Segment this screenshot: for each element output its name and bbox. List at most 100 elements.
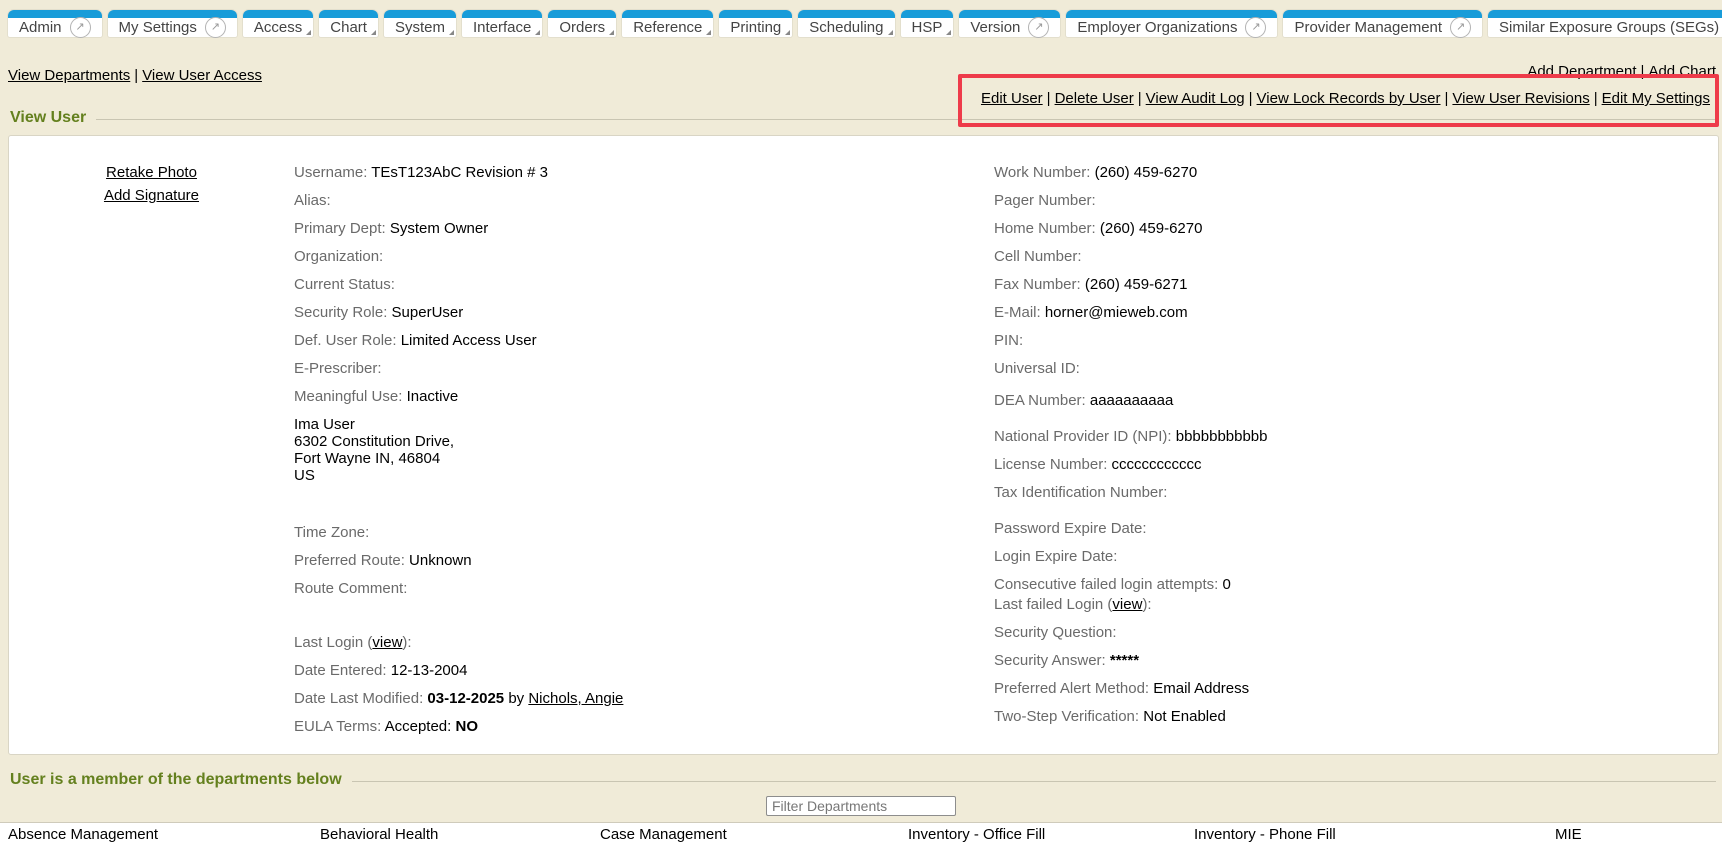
nav-tab[interactable]: Orders (548, 10, 616, 37)
dropdown-corner-icon (371, 30, 376, 35)
department-item: Absence Management (8, 826, 320, 843)
text-segment: Alias: (294, 192, 331, 209)
text-segment: 0 (1218, 576, 1231, 593)
detail-row: Pager Number: (994, 192, 1718, 210)
text-segment: 12-13-2004 (387, 662, 468, 679)
text-segment: Universal ID: (994, 360, 1080, 377)
toolbar-link[interactable]: View User Access (142, 67, 262, 84)
text-segment: Accepted: (381, 718, 455, 735)
nav-tab[interactable]: Admin ↗ (8, 10, 102, 37)
nav-tab[interactable]: System (384, 10, 456, 37)
detail-row: National Provider ID (NPI): bbbbbbbbbbb (994, 428, 1718, 446)
user-action-link[interactable]: View User Revisions (1452, 90, 1589, 107)
detail-row: Last failed Login (view): (994, 596, 1718, 614)
nav-tab[interactable]: My Settings ↗ (108, 10, 237, 37)
filter-row (0, 796, 1722, 816)
text-segment: Meaningful Use: (294, 388, 402, 405)
text-segment: Security Role: (294, 304, 387, 321)
detail-row: EULA Terms: Accepted: NO (294, 718, 994, 736)
inline-link[interactable]: Nichols, Angie (528, 690, 623, 707)
departments-list: Absence ManagementBehavioral HealthCase … (0, 822, 1722, 863)
text-segment: Two-Step Verification: (994, 708, 1139, 725)
detail-row: Password Expire Date: (994, 520, 1718, 538)
user-action-link[interactable]: Edit My Settings (1602, 90, 1710, 107)
text-segment: E-Mail: (994, 304, 1041, 321)
address-line: 6302 Constitution Drive, (294, 433, 994, 450)
dropdown-corner-icon (946, 30, 951, 35)
detail-row: Work Number: (260) 459-6270 (994, 164, 1718, 182)
inline-link[interactable]: view (1112, 596, 1142, 613)
separator: | (1641, 63, 1645, 80)
open-new-window-icon[interactable]: ↗ (1450, 17, 1471, 38)
text-segment: (260) 459-6271 (1081, 276, 1188, 293)
detail-row: Security Role: SuperUser (294, 304, 994, 322)
nav-tab-label: Admin (19, 19, 62, 36)
nav-tab[interactable]: Printing (719, 10, 792, 37)
open-new-window-icon[interactable]: ↗ (1028, 17, 1049, 38)
nav-tab-label: Similar Exposure Groups (SEGs) (1499, 19, 1719, 36)
detail-row: Security Question: (994, 624, 1718, 642)
text-segment: Limited Access User (397, 332, 537, 349)
open-new-window-icon[interactable]: ↗ (70, 17, 91, 38)
dropdown-corner-icon (888, 30, 893, 35)
text-segment: Consecutive failed login attempts: (994, 576, 1218, 593)
nav-tab-label: System (395, 19, 445, 36)
nav-tab[interactable]: Similar Exposure Groups (SEGs) ↗ (1488, 10, 1722, 37)
detail-row: E-Prescriber: (294, 360, 994, 378)
dropdown-corner-icon (535, 30, 540, 35)
text-segment: Unknown (405, 552, 472, 569)
text-segment: TEsT123AbC Revision # 3 (367, 164, 548, 181)
text-segment: Cell Number: (994, 248, 1082, 265)
nav-tab[interactable]: Employer Organizations ↗ (1066, 10, 1277, 37)
text-segment: Def. User Role: (294, 332, 397, 349)
text-segment: Not Enabled (1139, 708, 1226, 725)
detail-row: Date Last Modified: 03-12-2025 by Nichol… (294, 690, 994, 708)
text-segment: bbbbbbbbbbb (1172, 428, 1268, 445)
photo-action-link[interactable]: Add Signature (9, 187, 294, 204)
text-segment: Last Login ( (294, 634, 372, 651)
open-new-window-icon[interactable]: ↗ (205, 17, 226, 38)
open-new-window-icon[interactable]: ↗ (1245, 17, 1266, 38)
detail-row: Ima User6302 Constitution Drive,Fort Way… (294, 416, 994, 484)
user-details-left-column: Username: TEsT123AbC Revision # 3Alias:P… (294, 162, 994, 754)
text-segment: (260) 459-6270 (1090, 164, 1197, 181)
nav-tab[interactable]: Provider Management ↗ (1283, 10, 1482, 37)
user-action-link[interactable]: View Lock Records by User (1257, 90, 1441, 107)
toolbar-link[interactable]: Add Department (1527, 63, 1636, 80)
text-segment: Time Zone: (294, 524, 369, 541)
department-item: Inventory - Office Fill (908, 826, 1194, 843)
text-segment: Date Last Modified: (294, 690, 423, 707)
user-action-link[interactable]: Edit User (981, 90, 1043, 107)
text-segment: System Owner (386, 220, 489, 237)
detail-row: Universal ID: (994, 360, 1718, 378)
separator: | (1138, 90, 1142, 107)
top-nav: Admin ↗ My Settings ↗ Access Chart Syste… (0, 0, 1722, 45)
filter-departments-input[interactable] (766, 796, 956, 816)
inline-link[interactable]: view (372, 634, 402, 651)
text-segment: Login Expire Date: (994, 548, 1117, 565)
dropdown-corner-icon (706, 30, 711, 35)
nav-tab[interactable]: Access (243, 10, 313, 37)
user-action-link[interactable]: View Audit Log (1146, 90, 1245, 107)
view-links-row: |View Departments|View User Access (8, 67, 262, 84)
detail-row: Username: TEsT123AbC Revision # 3 (294, 164, 994, 182)
detail-row: Consecutive failed login attempts: 0 (994, 576, 1718, 594)
photo-action-link[interactable]: Retake Photo (9, 164, 294, 181)
separator: | (1249, 90, 1253, 107)
nav-tab[interactable]: Chart (319, 10, 378, 37)
text-segment: E-Prescriber: (294, 360, 382, 377)
dropdown-corner-icon (306, 30, 311, 35)
user-action-link[interactable]: Delete User (1055, 90, 1134, 107)
nav-tab[interactable]: HSP (901, 10, 954, 37)
nav-tab[interactable]: Scheduling (798, 10, 894, 37)
nav-tab-label: Version (970, 19, 1020, 36)
nav-tab[interactable]: Interface (462, 10, 542, 37)
toolbar-link[interactable]: Add Chart (1648, 63, 1716, 80)
nav-tab[interactable]: Reference (622, 10, 713, 37)
nav-tab[interactable]: Version ↗ (959, 10, 1060, 37)
text-segment: Security Question: (994, 624, 1117, 641)
detail-row: Route Comment: (294, 580, 994, 598)
nav-tab-label: Chart (330, 19, 367, 36)
toolbar-link[interactable]: View Departments (8, 67, 130, 84)
text-segment: PIN: (994, 332, 1023, 349)
